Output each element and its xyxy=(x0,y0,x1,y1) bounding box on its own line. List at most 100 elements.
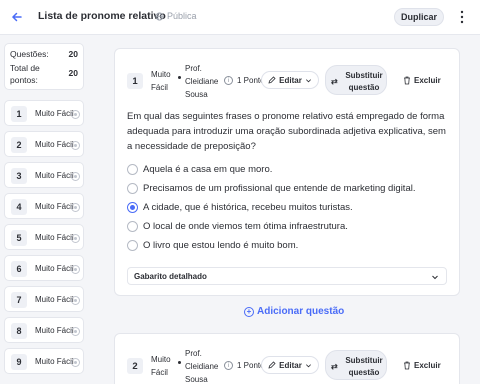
visibility-label: Pública xyxy=(167,11,197,21)
question-nav-difficulty: Muito Fácil xyxy=(35,295,74,304)
radio-button[interactable] xyxy=(127,220,138,232)
question-nav-number: 4 xyxy=(11,199,27,215)
drag-handle-icon[interactable] xyxy=(71,203,80,212)
back-arrow-icon[interactable] xyxy=(9,9,25,25)
question-statement: Em qual das seguintes frases o pronome r… xyxy=(127,111,446,152)
question-nav-difficulty: Muito Fácil xyxy=(35,171,74,180)
plus-circle-icon: + xyxy=(244,306,254,317)
visibility-status: Pública xyxy=(155,11,197,21)
question-number: 2 xyxy=(127,358,143,374)
delete-button[interactable]: Excluir xyxy=(403,361,441,370)
radio-button-selected[interactable] xyxy=(127,201,138,213)
replace-question-button[interactable]: ⇄ Substituir questão xyxy=(325,350,387,380)
page-title: Lista de pronome relativo xyxy=(38,10,166,22)
answer-key-accordion[interactable]: Gabarito detalhado xyxy=(127,267,447,285)
radio-button[interactable] xyxy=(127,163,138,175)
globe-icon xyxy=(155,11,164,21)
question-nav-item[interactable]: 1 Muito Fácil xyxy=(4,100,84,126)
delete-button[interactable]: Excluir xyxy=(403,76,441,85)
alternative-text: O local de onde viemos tem ótima infraes… xyxy=(143,220,348,232)
question-nav-difficulty: Muito Fácil xyxy=(35,140,74,149)
info-icon[interactable]: i xyxy=(224,361,233,370)
question-nav-number: 9 xyxy=(11,354,27,370)
add-question-label: Adicionar questão xyxy=(257,306,345,317)
alternative-option[interactable]: A cidade, que é histórica, recebeu muito… xyxy=(127,200,353,214)
list-summary: Questões: 20 Total de pontos: 20 xyxy=(4,43,84,90)
alternative-text: O livro que estou lendo é muito bom. xyxy=(143,239,299,251)
question-nav-item[interactable]: 5 Muito Fácil xyxy=(4,224,84,250)
add-question-button[interactable]: + Adicionar questão xyxy=(244,306,344,317)
question-nav-number: 1 xyxy=(11,106,27,122)
question-nav-number: 2 xyxy=(11,137,27,153)
chevron-down-icon xyxy=(432,275,438,280)
drag-handle-icon[interactable] xyxy=(71,110,80,119)
pencil-icon xyxy=(268,361,276,369)
question-nav-number: 7 xyxy=(11,292,27,308)
total-points-label: Total de pontos: xyxy=(10,63,40,85)
delete-label: Excluir xyxy=(414,361,441,370)
drag-handle-icon[interactable] xyxy=(71,358,80,367)
question-card: 1 Muito Fácil Prof. Cleidiane Sousa i 1 … xyxy=(114,48,460,296)
question-author: Prof. Cleidiane Sousa xyxy=(185,64,219,99)
question-nav-number: 5 xyxy=(11,230,27,246)
trash-icon xyxy=(404,76,410,85)
question-nav-number: 3 xyxy=(11,168,27,184)
question-nav-difficulty: Muito Fácil xyxy=(35,202,74,211)
question-nav-item[interactable]: 3 Muito Fácil xyxy=(4,162,84,188)
question-nav-item[interactable]: 7 Muito Fácil xyxy=(4,286,84,312)
question-nav-item[interactable]: 2 Muito Fácil xyxy=(4,131,84,157)
drag-handle-icon[interactable] xyxy=(71,296,80,305)
radio-button[interactable] xyxy=(127,239,138,251)
questions-count-label: Questões: xyxy=(10,49,49,59)
edit-label: Editar xyxy=(279,360,302,370)
question-card: 2 Muito Fácil Prof. Cleidiane Sousa i 1 … xyxy=(114,333,460,384)
alternative-option[interactable]: Precisamos de um profissional que entend… xyxy=(127,181,416,195)
drag-handle-icon[interactable] xyxy=(71,141,80,150)
question-nav-difficulty: Muito Fácil xyxy=(35,264,74,273)
swap-icon: ⇄ xyxy=(331,77,338,86)
question-nav-number: 6 xyxy=(11,261,27,277)
alternative-text: Aquela é a casa em que moro. xyxy=(143,163,273,175)
delete-label: Excluir xyxy=(414,76,441,85)
question-nav-difficulty: Muito Fácil xyxy=(35,326,74,335)
radio-button[interactable] xyxy=(127,182,138,194)
top-bar: Lista de pronome relativo Pública Duplic… xyxy=(0,0,480,35)
pencil-icon xyxy=(268,76,276,84)
question-nav-difficulty: Muito Fácil xyxy=(35,233,74,242)
replace-question-label: Substituir questão xyxy=(345,71,383,92)
alternative-option[interactable]: O local de onde viemos tem ótima infraes… xyxy=(127,219,348,233)
question-nav-item[interactable]: 9 Muito Fácil xyxy=(4,348,84,374)
question-nav-difficulty: Muito Fácil xyxy=(35,109,74,118)
question-nav-item[interactable]: 6 Muito Fácil xyxy=(4,255,84,281)
question-nav-item[interactable]: 8 Muito Fácil xyxy=(4,317,84,343)
swap-icon: ⇄ xyxy=(331,362,338,371)
info-icon[interactable]: i xyxy=(224,76,233,85)
drag-handle-icon[interactable] xyxy=(71,327,80,336)
question-author: Prof. Cleidiane Sousa xyxy=(185,349,219,384)
drag-handle-icon[interactable] xyxy=(71,234,80,243)
drag-handle-icon[interactable] xyxy=(71,172,80,181)
alternative-option[interactable]: Aquela é a casa em que moro. xyxy=(127,162,272,176)
alternative-text: Precisamos de um profissional que entend… xyxy=(143,182,416,194)
question-difficulty: Muito Fácil xyxy=(151,355,171,377)
alternative-option[interactable]: O livro que estou lendo é muito bom. xyxy=(127,238,298,252)
total-points-value: 20 xyxy=(68,68,78,78)
question-header: 2 Muito Fácil Prof. Cleidiane Sousa i 1 … xyxy=(115,334,459,384)
question-number: 1 xyxy=(127,73,143,89)
replace-question-label: Substituir questão xyxy=(345,356,383,377)
question-nav-item[interactable]: 4 Muito Fácil xyxy=(4,193,84,219)
answer-key-label: Gabarito detalhado xyxy=(134,272,207,281)
question-header: 1 Muito Fácil Prof. Cleidiane Sousa i 1 … xyxy=(115,49,459,99)
drag-handle-icon[interactable] xyxy=(71,265,80,274)
chevron-down-icon xyxy=(305,78,311,82)
edit-button[interactable]: Editar xyxy=(261,356,319,374)
question-nav-difficulty: Muito Fácil xyxy=(35,357,74,366)
edit-button[interactable]: Editar xyxy=(261,71,319,89)
trash-icon xyxy=(404,361,410,370)
question-difficulty: Muito Fácil xyxy=(151,70,171,92)
more-options-icon[interactable] xyxy=(458,10,466,24)
replace-question-button[interactable]: ⇄ Substituir questão xyxy=(325,65,387,95)
question-nav-number: 8 xyxy=(11,323,27,339)
edit-label: Editar xyxy=(279,75,302,85)
duplicate-button[interactable]: Duplicar xyxy=(394,8,444,26)
